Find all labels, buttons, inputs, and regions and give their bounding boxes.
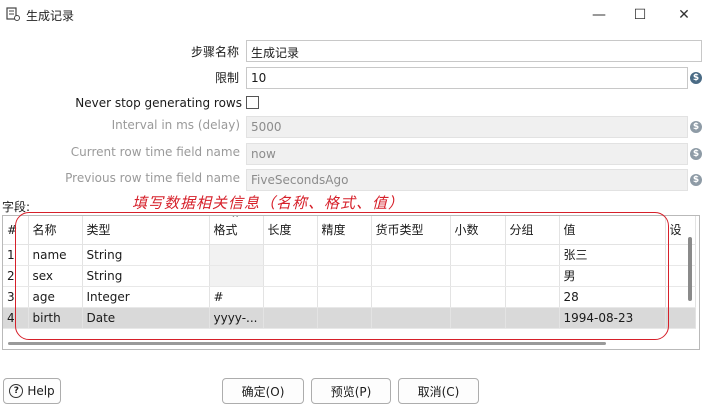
previous-time-label: Previous row time field name [65, 171, 240, 185]
cell-precision[interactable] [317, 286, 372, 308]
minimize-button[interactable]: — [581, 3, 617, 27]
variable-icon: $ [690, 72, 702, 84]
column-header-number[interactable]: # [3, 216, 29, 245]
cancel-button[interactable]: 取消(C) [398, 378, 479, 404]
variable-icon: $ [690, 121, 702, 133]
column-header-currency[interactable]: 货币类型 [371, 216, 451, 245]
interval-input[interactable]: 5000 [246, 116, 688, 138]
table-row[interactable]: 3 age Integer # 28 [3, 286, 696, 308]
cell-length[interactable] [263, 307, 318, 329]
current-time-label: Current row time field name [70, 145, 240, 159]
cell-name[interactable]: birth [28, 307, 83, 329]
cell-format[interactable] [209, 265, 264, 287]
close-button[interactable]: ✕ [666, 3, 702, 27]
never-stop-checkbox[interactable] [246, 96, 259, 109]
row-number: 3 [3, 286, 29, 308]
table-row[interactable]: 2 sex String 男 [3, 265, 696, 287]
cell-precision[interactable] [317, 307, 372, 329]
cell-length[interactable] [263, 286, 318, 308]
cell-decimal[interactable] [450, 307, 506, 329]
cell-precision[interactable] [317, 244, 372, 266]
help-icon: ? [9, 384, 24, 398]
variable-icon: $ [690, 148, 702, 160]
window-title: 生成记录 [26, 9, 75, 23]
cell-decimal[interactable] [450, 265, 506, 287]
cell-value[interactable]: 张三 [559, 244, 666, 266]
cell-group[interactable] [505, 244, 560, 266]
cell-name[interactable]: sex [28, 265, 83, 287]
cell-type[interactable]: String [82, 244, 210, 266]
variable-icon: $ [690, 174, 702, 186]
limit-input[interactable]: 10 [246, 67, 688, 89]
interval-label: Interval in ms (delay) [111, 118, 240, 132]
column-header-precision[interactable]: 精度 [317, 216, 372, 245]
maximize-button[interactable]: ☐ [622, 3, 658, 27]
column-header-type[interactable]: 类型 [82, 216, 210, 245]
cell-group[interactable] [505, 265, 560, 287]
step-name-input[interactable]: 生成记录 [246, 40, 702, 62]
cell-precision[interactable] [317, 265, 372, 287]
column-header-group[interactable]: 分组 [505, 216, 560, 245]
cell-type[interactable]: Date [82, 307, 210, 329]
limit-label: 限制 [214, 71, 239, 85]
previous-time-input[interactable]: FiveSecondsAgo [246, 169, 688, 191]
row-number: 4 [3, 307, 29, 329]
cell-currency[interactable] [371, 265, 451, 287]
cell-set[interactable] [665, 307, 696, 329]
title-bar: 生成记录 — ☐ ✕ [0, 0, 715, 30]
table-row[interactable]: 1 name String 张三 [3, 244, 696, 266]
ok-button[interactable]: 确定(O) [222, 378, 304, 404]
cell-format[interactable]: yyyy-... [209, 307, 264, 329]
row-number: 1 [3, 244, 29, 266]
cell-name[interactable]: age [28, 286, 83, 308]
cell-type[interactable]: String [82, 265, 210, 287]
fields-label: 字段: [2, 200, 31, 214]
never-stop-label: Never stop generating rows [75, 96, 242, 110]
current-time-input[interactable]: now [246, 143, 688, 165]
cell-length[interactable] [263, 265, 318, 287]
app-icon [6, 7, 20, 21]
cell-value[interactable]: 1994-08-23 [559, 307, 666, 329]
cell-format[interactable]: # [209, 286, 264, 308]
cell-format[interactable] [209, 244, 264, 266]
column-header-name[interactable]: 名称 [28, 216, 83, 245]
column-header-format[interactable]: ^ 格式 [209, 215, 264, 245]
cell-currency[interactable] [371, 307, 451, 329]
help-button-label: Help [27, 384, 55, 398]
preview-button[interactable]: 预览(P) [311, 378, 391, 404]
cell-name[interactable]: name [28, 244, 83, 266]
cell-decimal[interactable] [450, 286, 506, 308]
cell-currency[interactable] [371, 286, 451, 308]
annotation-text: 填写数据相关信息（名称、格式、值） [132, 194, 405, 212]
fields-table[interactable]: # 名称 类型 ^ 格式 长度 精度 货币类型 小数 分组 值 设 1 name … [2, 215, 700, 350]
cell-group[interactable] [505, 286, 560, 308]
cell-type[interactable]: Integer [82, 286, 210, 308]
cell-group[interactable] [505, 307, 560, 329]
horizontal-scrollbar[interactable] [8, 342, 606, 345]
vertical-scrollbar[interactable] [688, 237, 692, 301]
help-button[interactable]: ? Help [3, 378, 61, 404]
sort-indicator-icon: ^ [231, 215, 240, 224]
step-name-label: 步骤名称 [190, 45, 239, 59]
cell-length[interactable] [263, 244, 318, 266]
cell-decimal[interactable] [450, 244, 506, 266]
cell-currency[interactable] [371, 244, 451, 266]
row-number: 2 [3, 265, 29, 287]
cell-value[interactable]: 男 [559, 265, 666, 287]
column-header-value[interactable]: 值 [559, 216, 666, 245]
column-header-decimal[interactable]: 小数 [450, 216, 506, 245]
column-header-length[interactable]: 长度 [263, 216, 318, 245]
cell-value[interactable]: 28 [559, 286, 666, 308]
table-row[interactable]: 4 birth Date yyyy-... 1994-08-23 [3, 307, 696, 329]
